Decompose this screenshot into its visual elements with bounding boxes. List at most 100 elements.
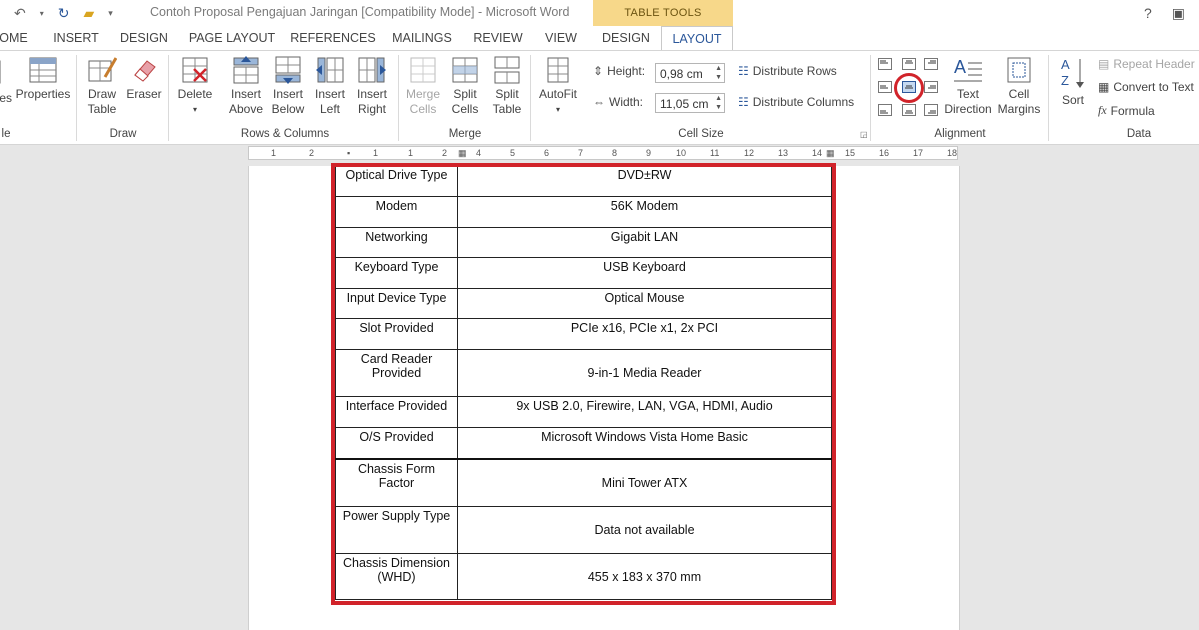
ribbon-display-icon[interactable]: ▣	[1172, 0, 1185, 26]
table-properties-icon	[28, 55, 58, 85]
ruler-right-marker[interactable]: ▦	[826, 148, 835, 159]
width-input[interactable]: 11,05 cm ▲ ▼	[655, 93, 725, 113]
undo-icon[interactable]: ↶	[14, 5, 26, 22]
ruler-left-marker[interactable]: ▪	[347, 148, 350, 158]
tab-design[interactable]: DESIGN	[116, 26, 172, 50]
align-bottom-center-icon[interactable]	[902, 104, 916, 116]
insert-above-button[interactable]: Insert Above	[224, 55, 268, 117]
align-bottom-left-icon[interactable]	[878, 104, 892, 116]
help-icon[interactable]: ?	[1144, 0, 1152, 26]
insert-below-icon	[273, 55, 303, 85]
title-bar: ↶ ▾ ↻ ▰ ▾ Contoh Proposal Pengajuan Jari…	[0, 0, 1199, 26]
autofit-icon	[543, 55, 573, 85]
merge-group-label: Merge	[448, 128, 482, 140]
width-spinner-icon[interactable]: ▲ ▼	[715, 94, 722, 112]
ribbon-tabs: HOME INSERT DESIGN PAGE LAYOUT REFERENCE…	[0, 26, 1199, 51]
table-group-label: le	[1, 128, 11, 140]
tab-view[interactable]: VIEW	[538, 26, 584, 50]
rows-columns-group-label: Rows & Columns	[240, 128, 330, 140]
autofit-button[interactable]: AutoFit ▾	[536, 55, 580, 117]
tab-references[interactable]: REFERENCES	[290, 26, 376, 50]
text-direction-button[interactable]: A Text Direction	[942, 55, 994, 117]
open-folder-icon[interactable]: ▰	[83, 5, 94, 22]
insert-right-button[interactable]: Insert Right	[350, 55, 394, 117]
alignment-group-label: Alignment	[934, 128, 986, 140]
quick-access-toolbar: ↶ ▾ ↻ ▰ ▾	[0, 0, 113, 26]
distribute-rows-button[interactable]: ☷ Distribute Rows	[738, 64, 837, 78]
customize-qat-icon[interactable]: ▾	[108, 8, 113, 19]
width-row: ⇔ Width:	[593, 95, 644, 109]
row-height-icon: ⇕	[593, 64, 604, 78]
sort-az-icon: AZ	[1058, 55, 1088, 91]
tab-table-design[interactable]: DESIGN	[596, 26, 656, 50]
gridlines-icon	[0, 55, 12, 85]
ribbon: es Properties le Draw Table Eraser Draw …	[0, 50, 1199, 145]
align-bottom-right-icon[interactable]	[924, 104, 938, 116]
merge-cells-icon	[408, 55, 438, 85]
group-separator	[398, 55, 399, 141]
window-controls: ? ▣	[1144, 0, 1199, 26]
redo-icon[interactable]: ↻	[58, 5, 70, 22]
tab-review[interactable]: REVIEW	[468, 26, 528, 50]
svg-text:Z: Z	[1061, 73, 1069, 88]
draw-table-button[interactable]: Draw Table	[82, 55, 122, 117]
window-title: Contoh Proposal Pengajuan Jaringan [Comp…	[150, 5, 570, 19]
align-top-center-icon[interactable]	[902, 58, 916, 70]
group-separator	[870, 55, 871, 141]
distribute-columns-button[interactable]: ☷ Distribute Columns	[738, 95, 854, 109]
insert-left-button[interactable]: Insert Left	[308, 55, 352, 117]
cell-size-launcher-icon[interactable]: ◲	[860, 130, 868, 139]
highlight-circle	[894, 73, 924, 103]
eraser-icon	[129, 55, 159, 85]
group-separator	[530, 55, 531, 141]
tab-mailings[interactable]: MAILINGS	[386, 26, 458, 50]
sort-button[interactable]: AZ Sort	[1054, 55, 1092, 108]
cell-size-group-label: Cell Size	[678, 128, 724, 140]
align-center-left-icon[interactable]	[878, 81, 892, 93]
align-top-right-icon[interactable]	[924, 58, 938, 70]
repeat-header-icon: ▤	[1098, 57, 1110, 71]
svg-text:A: A	[1061, 57, 1070, 72]
tab-insert[interactable]: INSERT	[48, 26, 104, 50]
tab-home[interactable]: HOME	[0, 26, 32, 50]
table-tools-label: TABLE TOOLS	[593, 0, 733, 26]
distribute-rows-icon: ☷	[738, 64, 749, 78]
column-width-icon: ⇔	[593, 95, 605, 109]
view-gridlines-button[interactable]: es	[0, 55, 12, 106]
eraser-button[interactable]: Eraser	[124, 55, 164, 102]
split-cells-icon	[450, 55, 480, 85]
formula-button[interactable]: fx Formula	[1098, 103, 1155, 118]
align-center-right-icon[interactable]	[924, 81, 938, 93]
insert-below-button[interactable]: Insert Below	[266, 55, 310, 117]
tab-page-layout[interactable]: PAGE LAYOUT	[184, 26, 280, 50]
split-table-button[interactable]: Split Table	[486, 55, 528, 117]
group-separator	[1048, 55, 1049, 141]
delete-button[interactable]: Delete ▾	[174, 55, 216, 117]
cell-margins-icon	[1004, 55, 1034, 85]
split-table-icon	[492, 55, 522, 85]
height-spinner-icon[interactable]: ▲ ▼	[715, 64, 722, 82]
merge-cells-button[interactable]: Merge Cells	[402, 55, 444, 117]
height-input[interactable]: 0,98 cm ▲ ▼	[655, 63, 725, 83]
pencil-table-icon	[87, 55, 118, 85]
cell-margins-button[interactable]: Cell Margins	[994, 55, 1044, 117]
convert-to-text-button[interactable]: ▦ Convert to Text	[1098, 80, 1194, 94]
repeat-header-rows-button[interactable]: ▤ Repeat Header R	[1098, 57, 1199, 71]
ruler-column-marker[interactable]: ▦	[458, 148, 467, 159]
group-separator	[76, 55, 77, 141]
horizontal-ruler[interactable]: 1 2 ▪ 1 1 2 ▦ 4 5 6 7 8 9 10 11 12 13 14…	[248, 146, 958, 160]
properties-button[interactable]: Properties	[14, 55, 72, 102]
convert-to-text-icon: ▦	[1098, 80, 1110, 94]
undo-dropdown-icon[interactable]: ▾	[40, 9, 44, 18]
align-top-left-icon[interactable]	[878, 58, 892, 70]
insert-above-icon	[231, 55, 261, 85]
text-direction-icon: A	[952, 55, 984, 85]
insert-right-icon	[357, 55, 387, 85]
tab-layout[interactable]: LAYOUT	[661, 26, 733, 51]
formula-fx-icon: fx	[1098, 103, 1107, 117]
draw-group-label: Draw	[109, 128, 137, 140]
data-group-label: Data	[1126, 128, 1152, 140]
table-highlight-box	[331, 163, 836, 605]
insert-left-icon	[315, 55, 345, 85]
split-cells-button[interactable]: Split Cells	[444, 55, 486, 117]
